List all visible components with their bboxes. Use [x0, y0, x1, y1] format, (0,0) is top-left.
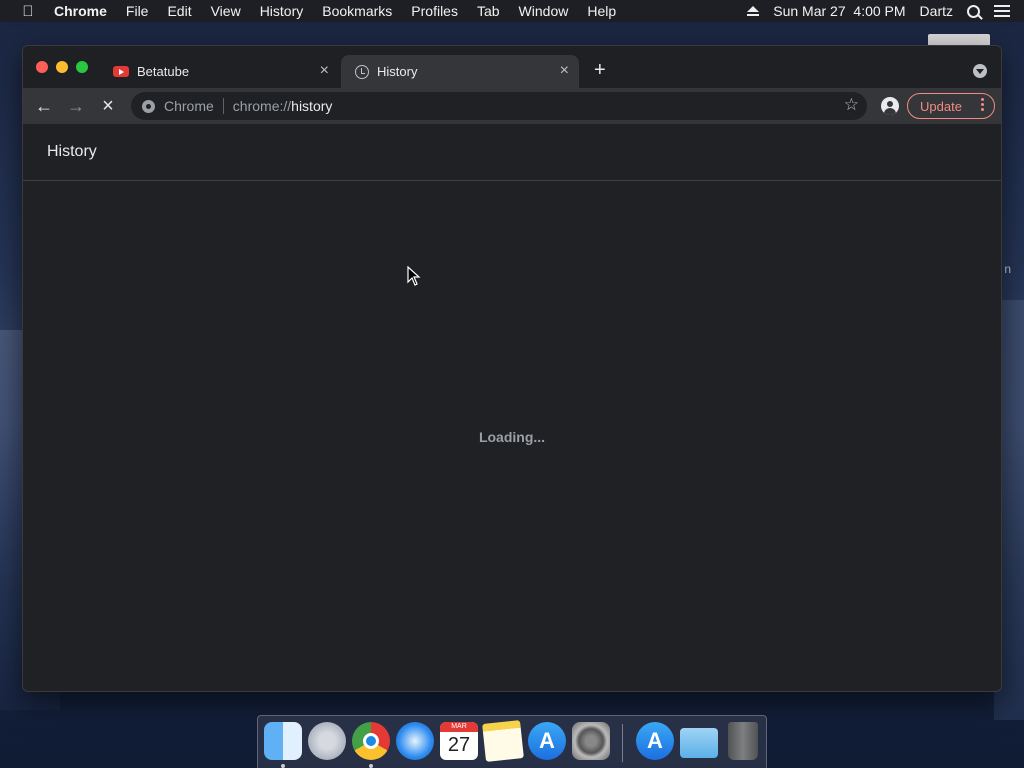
page-title: History: [47, 143, 97, 160]
tab-close-icon[interactable]: ×: [560, 63, 569, 79]
tab-close-icon[interactable]: ×: [320, 63, 329, 79]
tab-title: History: [377, 64, 418, 79]
update-button[interactable]: Update: [907, 93, 995, 119]
calendar-icon[interactable]: MAR 27: [440, 722, 478, 760]
apple-menu-icon[interactable]: : [19, 3, 37, 20]
calendar-month: MAR: [440, 722, 478, 732]
window-close-button[interactable]: [36, 61, 48, 73]
bookmark-star-icon[interactable]: ☆: [844, 95, 859, 115]
launchpad-icon[interactable]: [308, 722, 346, 760]
loading-status: Loading...: [478, 429, 546, 445]
menu-view[interactable]: View: [211, 3, 241, 19]
page-content: Loading...: [23, 181, 1001, 651]
url-host: history: [291, 98, 333, 114]
url-scheme: chrome://: [232, 98, 292, 114]
system-preferences-icon[interactable]: [572, 722, 610, 760]
dock: MAR 27: [257, 715, 767, 768]
profile-avatar-icon[interactable]: [881, 97, 899, 115]
youtube-icon: [113, 66, 129, 77]
menu-tab[interactable]: Tab: [477, 3, 500, 19]
chrome-window: Betatube × History × + ← → × Chrome chro…: [22, 45, 1002, 692]
menu-file[interactable]: File: [126, 3, 149, 19]
page-header: History: [23, 124, 1001, 181]
window-minimize-button[interactable]: [56, 61, 68, 73]
menu-help[interactable]: Help: [587, 3, 616, 19]
tab-search-icon[interactable]: [973, 64, 987, 78]
eject-icon[interactable]: [747, 6, 760, 16]
menu-window[interactable]: Window: [519, 3, 569, 19]
trash-icon[interactable]: [728, 722, 758, 760]
tab-strip: Betatube × History × +: [23, 46, 1001, 88]
dock-running-indicator: [281, 764, 285, 768]
menu-app-chrome[interactable]: Chrome: [54, 3, 107, 19]
notes-icon[interactable]: [482, 720, 524, 762]
browser-toolbar: ← → × Chrome chrome:// history ☆ Update: [23, 88, 1001, 124]
menu-history[interactable]: History: [260, 3, 304, 19]
history-icon: [355, 64, 369, 79]
new-tab-button[interactable]: +: [594, 60, 606, 80]
menu-profiles[interactable]: Profiles: [411, 3, 458, 19]
window-controls: [36, 61, 96, 73]
update-label: Update: [920, 98, 962, 114]
tab-title: Betatube: [137, 64, 190, 79]
address-separator: [222, 98, 224, 114]
chrome-icon[interactable]: [352, 722, 390, 760]
address-chip-label: Chrome: [164, 98, 214, 114]
menu-user[interactable]: Dartz: [920, 3, 953, 19]
menu-bookmarks[interactable]: Bookmarks: [322, 3, 392, 19]
menu-bar:  Chrome File Edit View History Bookmark…: [0, 0, 1024, 22]
finder-icon[interactable]: [264, 722, 302, 760]
tab-history[interactable]: History ×: [341, 55, 579, 88]
calendar-day: 27: [447, 734, 471, 756]
safari-icon[interactable]: [396, 722, 434, 760]
address-bar[interactable]: Chrome chrome:// history ☆: [131, 92, 867, 120]
more-menu-icon[interactable]: [981, 98, 984, 113]
stop-loading-button[interactable]: ×: [98, 96, 118, 116]
notification-center-icon[interactable]: [994, 5, 1010, 17]
window-zoom-button[interactable]: [76, 61, 88, 73]
dock-running-indicator: [369, 764, 373, 768]
tab-betatube[interactable]: Betatube ×: [103, 55, 339, 88]
app-store-icon[interactable]: [528, 722, 566, 760]
menu-edit[interactable]: Edit: [167, 3, 191, 19]
menu-bar-status-area: Sun Mar 27 4:00 PM Dartz: [747, 0, 1024, 22]
downloads-folder-icon[interactable]: [680, 728, 718, 758]
menu-clock[interactable]: Sun Mar 27 4:00 PM: [773, 3, 905, 19]
back-button[interactable]: ←: [34, 96, 54, 116]
forward-button[interactable]: →: [66, 96, 86, 116]
app-store-download-icon[interactable]: [636, 722, 674, 760]
desktop-partial-label: n: [1004, 262, 1011, 276]
chrome-chip-icon: [142, 99, 155, 113]
dock-separator: [622, 724, 623, 762]
spotlight-search-icon[interactable]: [967, 4, 980, 18]
